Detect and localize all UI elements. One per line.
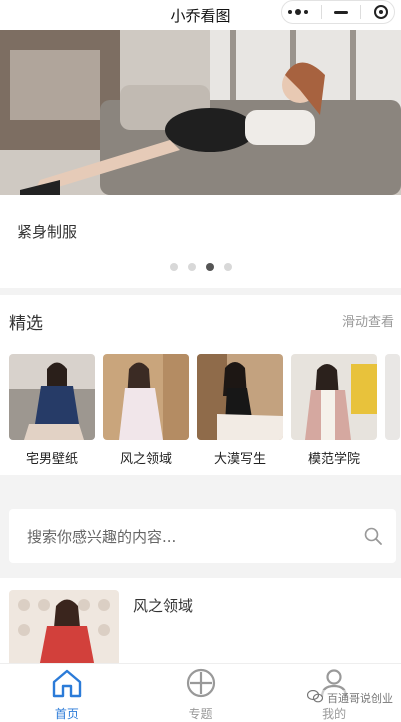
banner-image[interactable] — [0, 30, 401, 195]
featured-section: 精选 滑动查看 宅男壁纸 风之领域 大漠写生 模范学院 — [0, 295, 401, 475]
featured-item[interactable]: 风之领域 — [103, 354, 189, 467]
search-bar[interactable] — [9, 509, 396, 565]
close-miniprogram-icon[interactable] — [373, 5, 388, 19]
featured-thumbnail[interactable] — [103, 354, 189, 440]
list-item-title: 风之领域 — [133, 597, 194, 615]
scroll-hint: 滑动查看 — [341, 315, 394, 330]
featured-label: 模范学院 — [307, 452, 360, 467]
tab-home[interactable]: 首页 — [0, 664, 134, 722]
more-icon[interactable] — [288, 9, 309, 15]
section-title: 精选 — [9, 314, 43, 334]
featured-thumbnail[interactable] — [291, 354, 377, 440]
featured-thumbnail[interactable] — [197, 354, 283, 440]
watermark-text: 百通哥说创业 — [327, 692, 393, 705]
capsule-divider — [360, 5, 362, 19]
indicator-dot — [223, 263, 232, 271]
indicator-dot — [169, 263, 178, 271]
banner-carousel[interactable]: 紧身制服 — [0, 30, 401, 288]
featured-item[interactable]: 模范学院 — [291, 354, 377, 467]
featured-thumbnail-partial[interactable] — [385, 354, 400, 440]
featured-item[interactable]: 宅男壁纸 — [9, 354, 95, 467]
minimize-icon[interactable] — [333, 10, 348, 14]
featured-label: 宅男壁纸 — [25, 452, 78, 467]
watermark: 百通哥说创业 — [306, 689, 393, 706]
plus-circle-icon — [185, 668, 217, 702]
tab-label: 专题 — [188, 707, 213, 721]
tab-topics[interactable]: 专题 — [134, 664, 268, 722]
capsule-divider — [320, 5, 322, 19]
carousel-indicator — [0, 263, 401, 271]
page-title: 小乔看图 — [170, 6, 231, 25]
featured-label: 大漠写生 — [213, 452, 266, 467]
search-input[interactable] — [25, 509, 349, 565]
featured-thumbnail[interactable] — [9, 354, 95, 440]
banner-caption: 紧身制服 — [17, 223, 78, 241]
featured-item[interactable]: 大漠写生 — [197, 354, 283, 467]
featured-label: 风之领域 — [119, 452, 172, 467]
wechat-icon — [306, 689, 324, 706]
indicator-dot — [187, 263, 196, 271]
tab-label: 首页 — [54, 707, 79, 721]
indicator-dot-active — [205, 263, 214, 271]
list-thumbnail[interactable] — [9, 590, 119, 668]
list-item[interactable]: 风之领域 — [0, 578, 401, 668]
menu-capsule — [281, 0, 395, 24]
navigation-bar: 小乔看图 — [0, 0, 401, 30]
featured-scroller[interactable]: 宅男壁纸 风之领域 大漠写生 模范学院 — [9, 354, 400, 467]
search-icon[interactable] — [364, 527, 382, 545]
tab-label: 我的 — [322, 707, 347, 721]
home-icon — [51, 668, 83, 702]
